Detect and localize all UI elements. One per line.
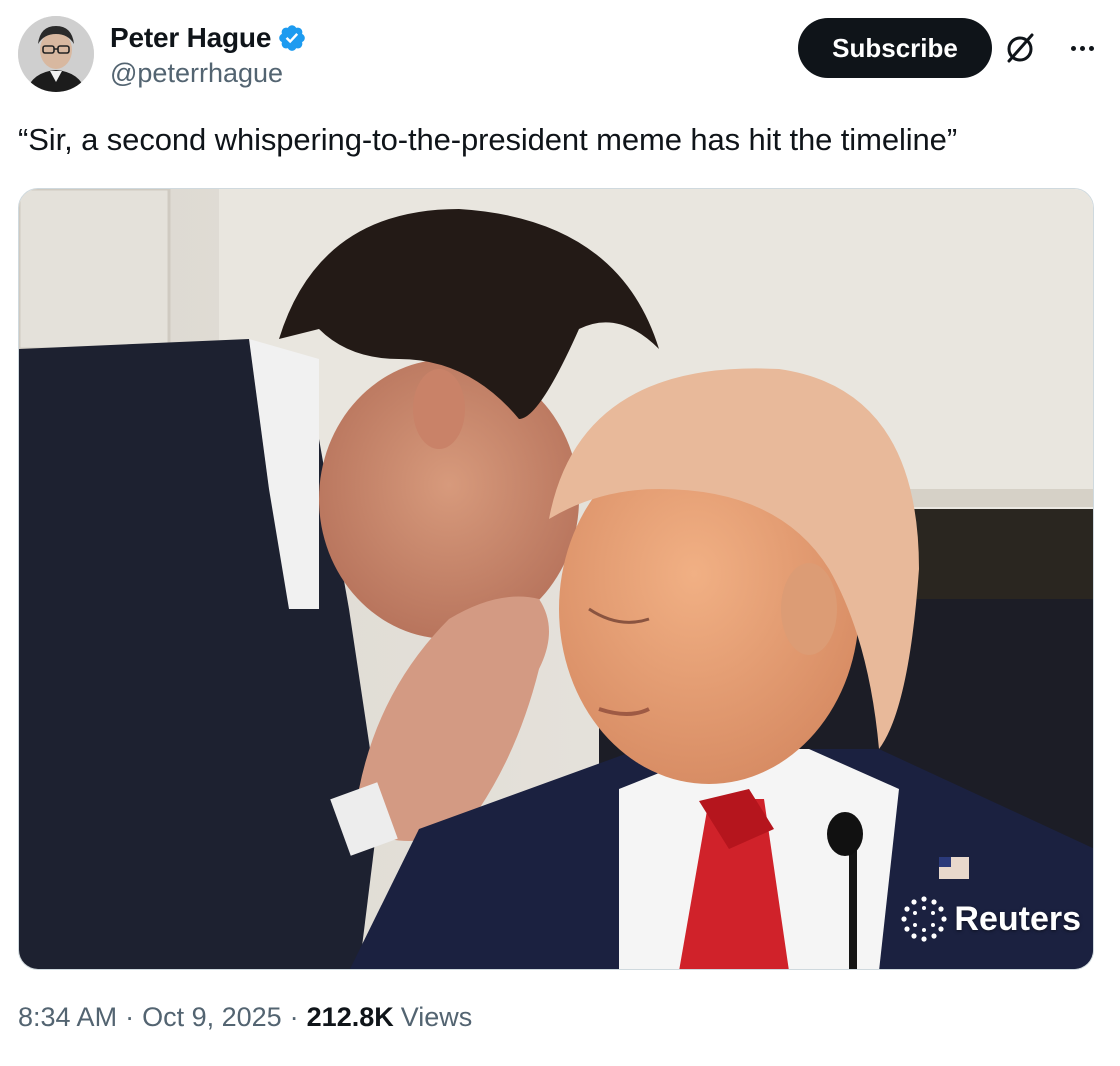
- watermark-text: Reuters: [954, 899, 1081, 938]
- verified-badge-icon[interactable]: [277, 23, 307, 53]
- author-block: Peter Hague @peterrhague: [110, 20, 307, 89]
- tweet-meta: 8:34 AM · Oct 9, 2025 · 212.8K Views: [18, 1002, 472, 1033]
- tweet-time[interactable]: 8:34 AM: [18, 1002, 117, 1033]
- author-display-name[interactable]: Peter Hague: [110, 22, 271, 54]
- views-count: 212.8K: [306, 1002, 394, 1032]
- author-handle[interactable]: @peterrhague: [110, 58, 307, 89]
- meta-separator: ·: [125, 1002, 135, 1032]
- avatar-photo: [18, 16, 94, 92]
- reuters-logo-icon: [901, 896, 947, 942]
- avatar[interactable]: [18, 16, 94, 92]
- more-options-icon[interactable]: [1062, 30, 1102, 66]
- tweet-text: “Sir, a second whispering-to-the-preside…: [18, 122, 958, 157]
- grok-icon[interactable]: [1000, 28, 1040, 68]
- views-label: Views: [400, 1002, 473, 1032]
- tweet-media-photo[interactable]: Reuters: [18, 188, 1094, 970]
- meta-separator: ·: [289, 1002, 299, 1032]
- tweet-header: Peter Hague @peterrhague Subscribe: [18, 16, 1102, 96]
- reuters-watermark: Reuters: [900, 895, 1081, 943]
- name-row: Peter Hague: [110, 20, 307, 56]
- tweet-date[interactable]: Oct 9, 2025: [142, 1002, 282, 1033]
- photo-image: [19, 189, 1093, 969]
- subscribe-button[interactable]: Subscribe: [798, 18, 992, 78]
